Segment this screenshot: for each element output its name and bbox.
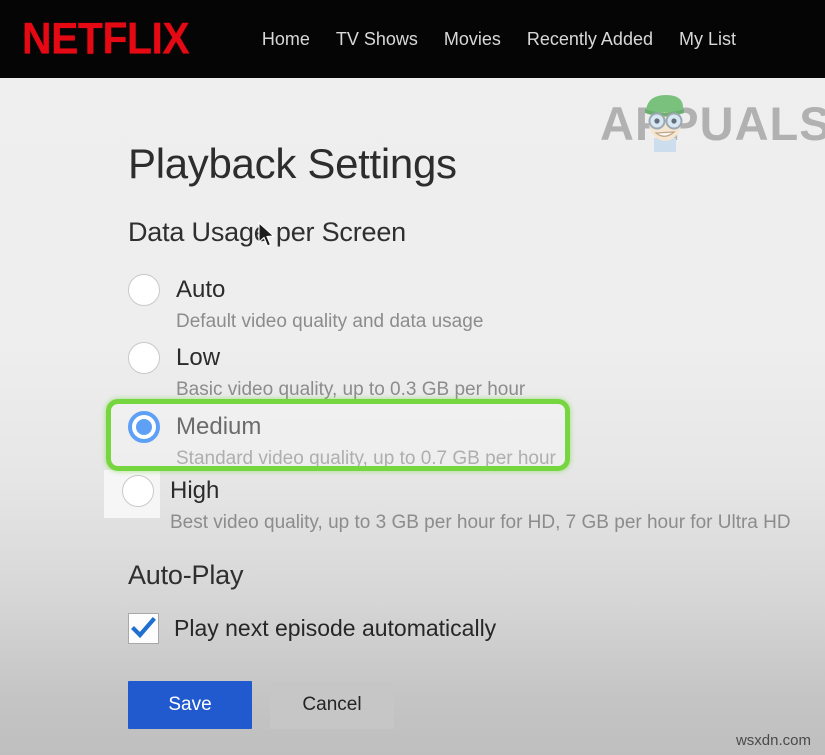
nav-item-tv-shows[interactable]: TV Shows [336, 29, 418, 50]
cancel-button[interactable]: Cancel [270, 681, 394, 729]
action-button-row: Save Cancel [128, 681, 394, 729]
nav-item-movies[interactable]: Movies [444, 29, 501, 50]
checkbox-play-next-episode[interactable] [128, 613, 159, 644]
section-title-auto-play: Auto-Play [128, 560, 244, 590]
section-title-data-usage: Data Usage per Screen [128, 217, 406, 247]
radio-description-high: Best video quality, up to 3 GB per hour … [170, 512, 791, 533]
footer-watermark: wsxdn.com [735, 732, 811, 749]
radio-description-auto: Default video quality and data usage [176, 311, 484, 332]
radio-button-medium-selected[interactable] [128, 411, 160, 443]
radio-button-high[interactable] [122, 475, 154, 507]
nav-item-recently-added[interactable]: Recently Added [527, 29, 653, 50]
radio-button-low[interactable] [128, 342, 160, 374]
radio-label-medium: Medium [176, 413, 262, 440]
appuals-mascot-icon [645, 95, 684, 152]
radio-description-medium: Standard video quality, up to 0.7 GB per… [176, 448, 556, 469]
nav-item-home[interactable]: Home [262, 29, 310, 50]
nav-item-my-list[interactable]: My List [679, 29, 736, 50]
radio-button-auto[interactable] [128, 274, 160, 306]
radio-label-low: Low [176, 344, 221, 371]
checkbox-label-play-next-episode: Play next episode automatically [174, 615, 497, 641]
appuals-watermark-text: APPUALS [600, 97, 825, 150]
page-title: Playback Settings [128, 140, 457, 187]
radio-description-low: Basic video quality, up to 0.3 GB per ho… [176, 379, 526, 400]
appuals-watermark: APPUALS [600, 95, 825, 152]
radio-label-high: High [170, 477, 220, 504]
radio-label-auto: Auto [176, 276, 226, 303]
save-button[interactable]: Save [128, 681, 252, 729]
nav-links: Home TV Shows Movies Recently Added My L… [262, 29, 736, 50]
netflix-logo[interactable]: NETFLIX [22, 16, 190, 62]
top-navigation-bar: NETFLIX Home TV Shows Movies Recently Ad… [0, 0, 825, 78]
checkmark-icon [131, 617, 156, 639]
